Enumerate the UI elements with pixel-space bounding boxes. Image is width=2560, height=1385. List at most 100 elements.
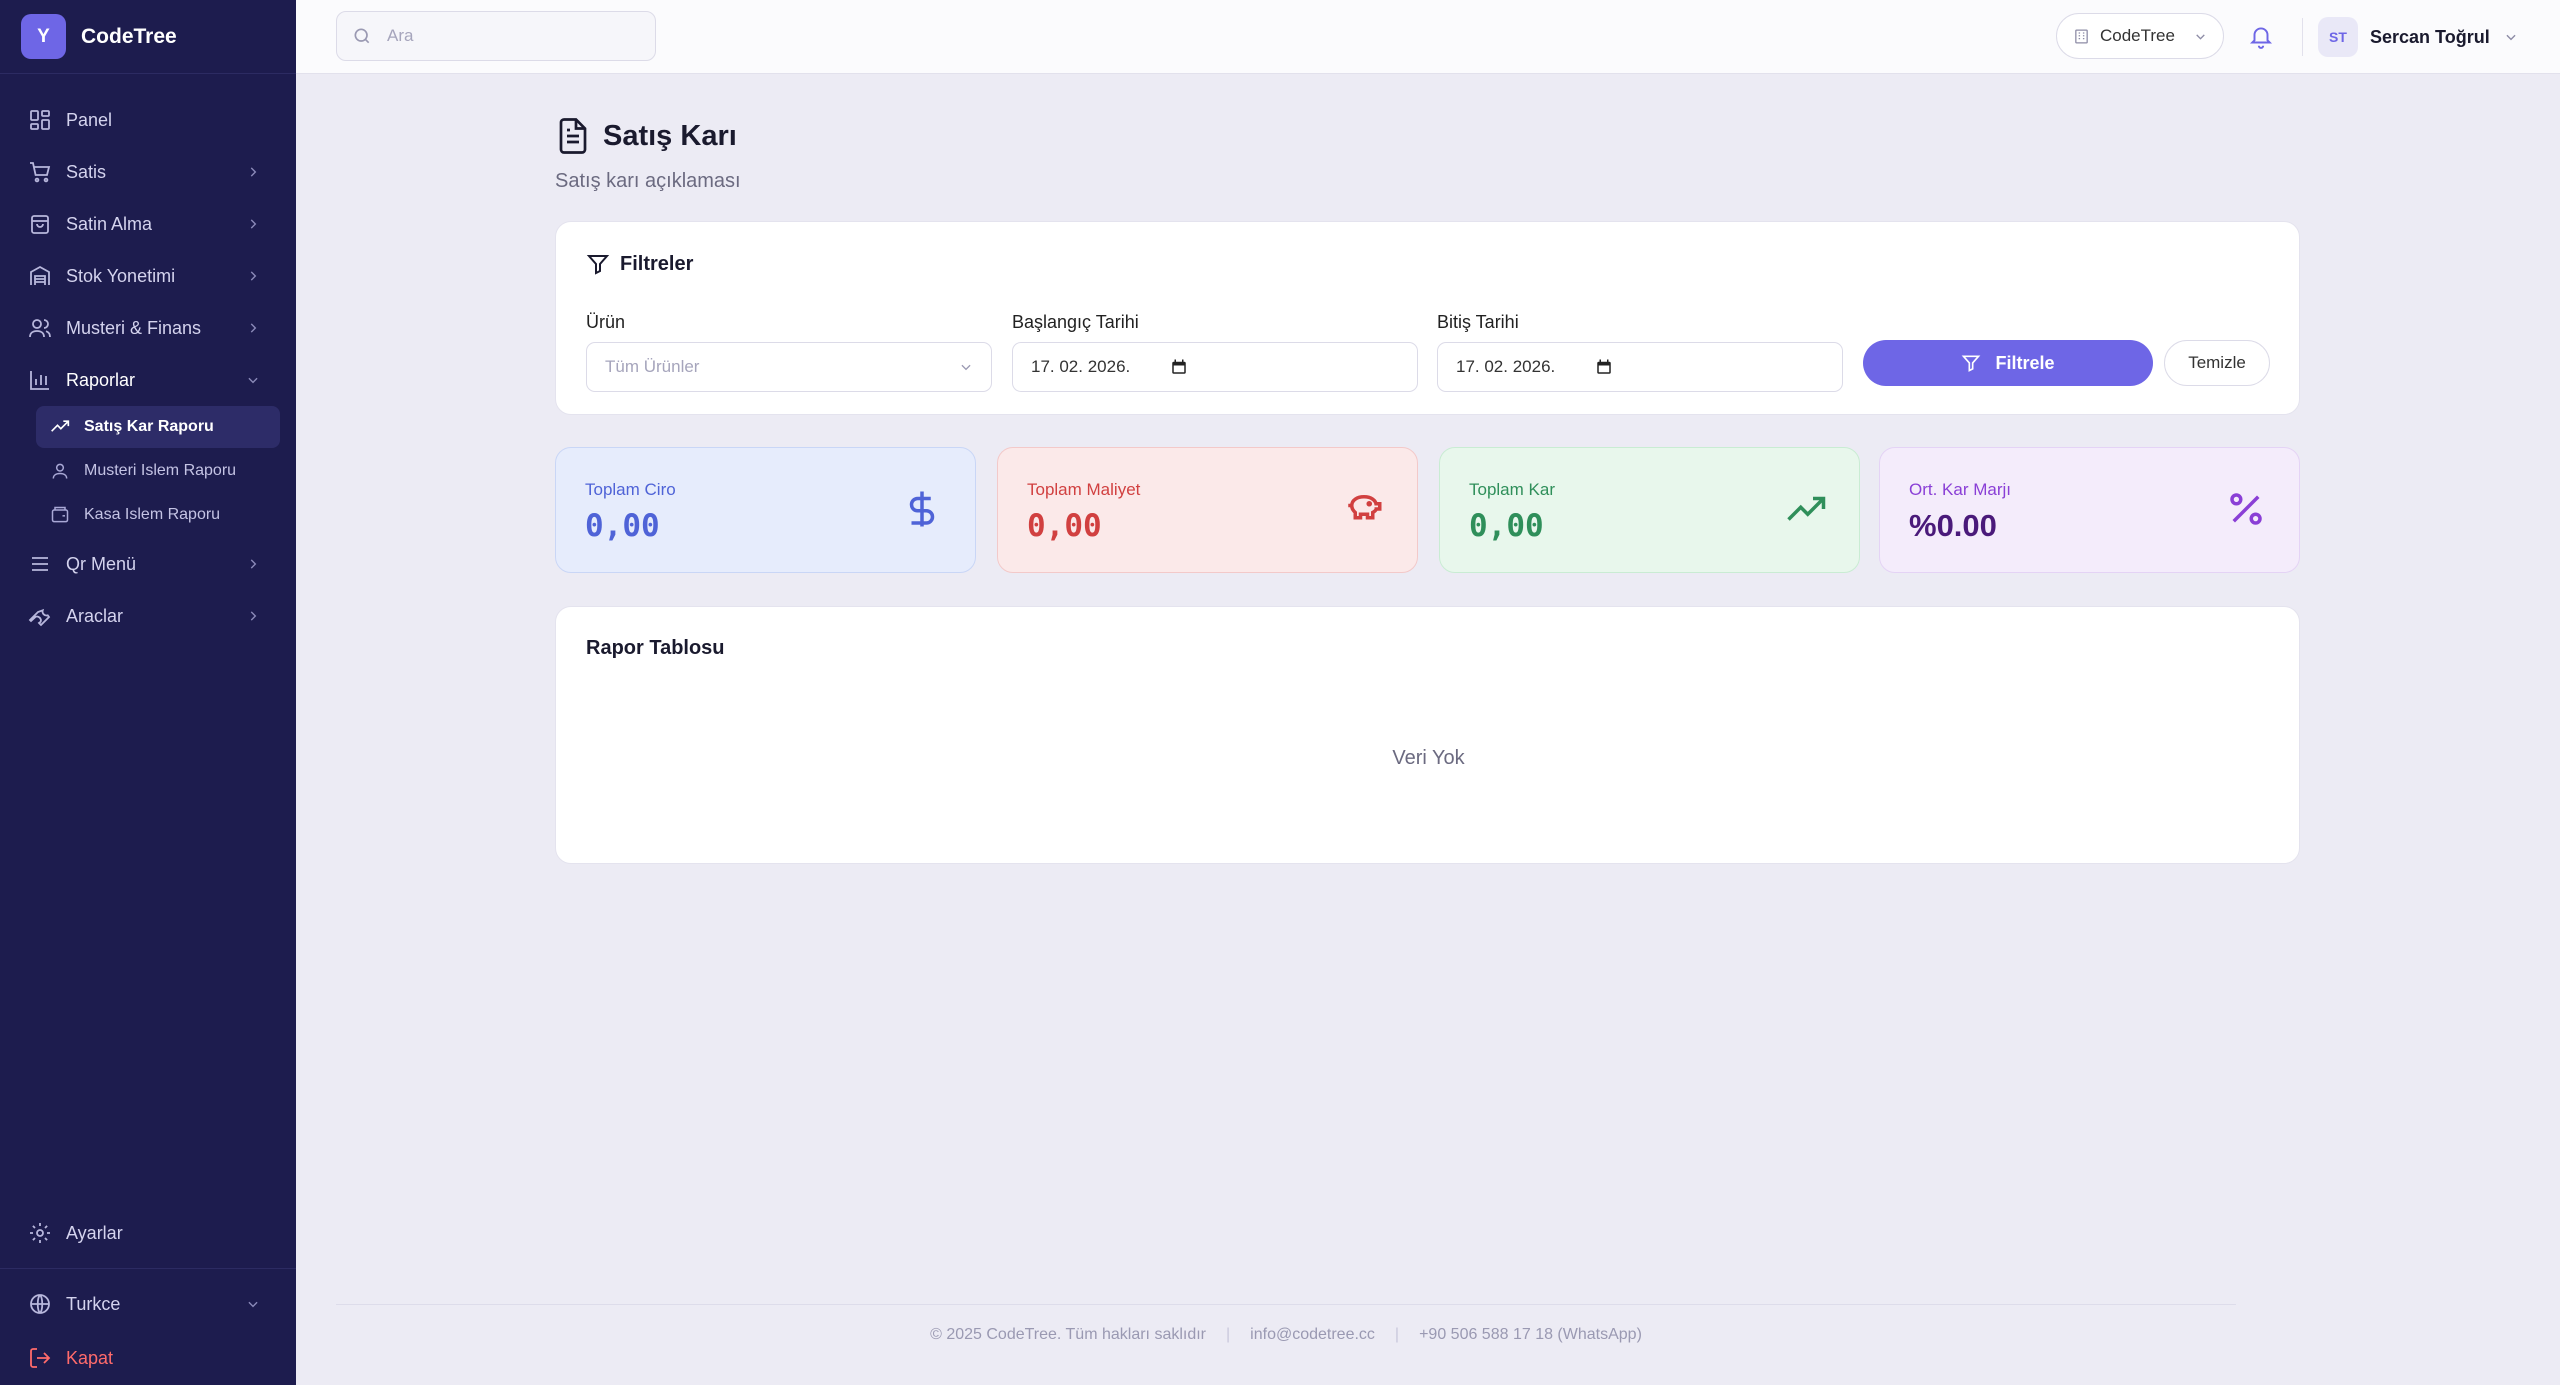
settings-label: Ayarlar — [66, 1222, 123, 1243]
divider: | — [1394, 1325, 1400, 1343]
sidebar-item-musteri-finans[interactable]: Musteri & Finans — [0, 302, 296, 354]
sidebar-item-label: Stok Yonetimi — [66, 265, 176, 286]
start-date-field: Başlangıç Tarihi 17. 02. 2026. — [1012, 312, 1418, 392]
brand-name: CodeTree — [81, 24, 177, 48]
start-date-input[interactable]: 17. 02. 2026. — [1012, 342, 1418, 392]
chevron-right-icon — [246, 321, 260, 335]
filters-title: Filtreler — [620, 252, 694, 275]
reports-submenu: Satış Kar Raporu Musteri Islem Raporu Ka… — [0, 406, 296, 536]
sidebar-nav: Panel Satis Satin Alma Stok Yonetimi Mus… — [0, 94, 296, 642]
end-date-input[interactable]: 17. 02. 2026. — [1437, 342, 1843, 392]
organization-name: CodeTree — [2100, 26, 2175, 45]
footer-email[interactable]: info@codetree.cc — [1250, 1326, 1375, 1344]
search-box[interactable] — [336, 11, 656, 61]
chevron-down-icon — [2194, 30, 2207, 43]
stat-card-ort-kar-marji: Ort. Kar Marjı %0.00 — [1879, 447, 2300, 573]
sidebar-item-label: Araclar — [66, 605, 124, 626]
brand[interactable]: Y CodeTree — [0, 0, 296, 74]
cart-icon — [28, 160, 52, 184]
search-input[interactable] — [387, 26, 627, 46]
product-select[interactable]: Tüm Ürünler — [586, 342, 992, 392]
gear-icon — [28, 1221, 52, 1245]
product-field: Ürün Tüm Ürünler — [586, 312, 992, 392]
product-label: Ürün — [586, 312, 626, 332]
chevron-down-icon — [959, 360, 973, 374]
wrench-icon — [28, 604, 52, 628]
chevron-down-icon — [2504, 30, 2518, 44]
document-icon — [555, 116, 591, 156]
submenu-item-satis-kar-raporu[interactable]: Satış Kar Raporu — [36, 406, 280, 448]
submenu-item-label: Satış Kar Raporu — [84, 418, 214, 435]
sidebar-item-label: Panel — [66, 109, 113, 130]
logout-label: Kapat — [66, 1347, 114, 1368]
stat-card-toplam-kar: Toplam Kar 0,00 — [1439, 447, 1860, 573]
footer-phone[interactable]: +90 506 588 17 18 (WhatsApp) — [1419, 1326, 1642, 1344]
stat-label: Toplam Kar — [1469, 480, 1555, 499]
submenu-item-kasa-islem-raporu[interactable]: Kasa Islem Raporu — [36, 494, 280, 536]
sidebar-item-satis[interactable]: Satis — [0, 146, 296, 198]
clear-button[interactable]: Temizle — [2164, 340, 2270, 386]
sidebar-item-araclar[interactable]: Araclar — [0, 590, 296, 642]
trending-up-icon — [1785, 488, 1827, 530]
sidebar-item-label: Satis — [66, 161, 107, 182]
end-date-value: 17. 02. 2026. — [1456, 357, 1556, 376]
stat-value: 0,00 — [585, 508, 660, 544]
report-table-card: Rapor Tablosu Veri Yok — [555, 606, 2300, 864]
chevron-down-icon — [246, 373, 260, 387]
percent-icon — [2225, 488, 2267, 530]
shopping-bag-icon — [28, 212, 52, 236]
empty-state: Veri Yok — [1392, 747, 1465, 769]
page-title: Satış Karı — [603, 119, 737, 152]
filter-button[interactable]: Filtrele — [1863, 340, 2153, 386]
stat-label: Toplam Maliyet — [1027, 480, 1141, 499]
footer: © 2025 CodeTree. Tüm hakları saklıdır | … — [336, 1304, 2236, 1364]
search-icon — [352, 26, 372, 46]
logout-button[interactable]: Kapat — [0, 1331, 296, 1385]
user-name: Sercan Toğrul — [2370, 26, 2490, 47]
organization-select[interactable]: CodeTree — [2056, 13, 2224, 59]
sidebar-item-raporlar[interactable]: Raporlar — [0, 354, 296, 406]
user-menu[interactable]: ST Sercan Toğrul — [2318, 14, 2518, 60]
submenu-item-label: Kasa Islem Raporu — [84, 506, 221, 523]
calendar-icon[interactable] — [1170, 358, 1188, 376]
dashboard-icon — [28, 108, 52, 132]
filters-header: Filtreler — [586, 252, 693, 276]
dollar-icon — [901, 488, 943, 530]
language-selector[interactable]: Turkce — [0, 1277, 296, 1331]
end-date-field: Bitiş Tarihi 17. 02. 2026. — [1437, 312, 1843, 392]
divider: | — [1226, 1325, 1231, 1343]
sidebar-item-ayarlar[interactable]: Ayarlar — [0, 1206, 296, 1260]
filters-card: Filtreler Ürün Tüm Ürünler Başlangıç Tar… — [555, 221, 2300, 415]
sidebar-item-qr-menu[interactable]: Qr Menü — [0, 538, 296, 590]
report-table-title: Rapor Tablosu — [586, 637, 725, 659]
bell-icon[interactable] — [2248, 23, 2274, 49]
chevron-right-icon — [246, 557, 260, 571]
sidebar: Y CodeTree Panel Satis Satin Alma Stok Y… — [0, 0, 296, 1385]
piggy-bank-icon — [1343, 488, 1385, 530]
chevron-right-icon — [246, 217, 260, 231]
divider — [0, 1268, 296, 1269]
funnel-icon — [586, 252, 610, 276]
user-icon — [50, 461, 70, 481]
funnel-icon — [1961, 353, 1981, 373]
calendar-icon[interactable] — [1595, 358, 1613, 376]
sidebar-item-panel[interactable]: Panel — [0, 94, 296, 146]
submenu-item-musteri-islem-raporu[interactable]: Musteri Islem Raporu — [36, 450, 280, 492]
end-date-label: Bitiş Tarihi — [1437, 312, 1519, 332]
building-icon — [2073, 28, 2090, 45]
stat-value: 0,00 — [1027, 508, 1102, 544]
avatar: ST — [2318, 17, 2358, 57]
bar-chart-icon — [28, 368, 52, 392]
stat-label: Toplam Ciro — [585, 480, 676, 499]
submenu-item-label: Musteri Islem Raporu — [84, 462, 237, 479]
trend-icon — [50, 417, 70, 437]
sidebar-item-satin-alma[interactable]: Satin Alma — [0, 198, 296, 250]
users-icon — [28, 316, 52, 340]
sidebar-item-stok-yonetimi[interactable]: Stok Yonetimi — [0, 250, 296, 302]
product-select-value: Tüm Ürünler — [605, 357, 700, 376]
cashbox-icon — [50, 505, 70, 525]
stat-value: 0,00 — [1469, 508, 1544, 544]
filter-button-label: Filtrele — [1995, 352, 2055, 373]
page-title-row: Satış Karı — [555, 116, 741, 156]
logout-icon — [28, 1346, 52, 1370]
